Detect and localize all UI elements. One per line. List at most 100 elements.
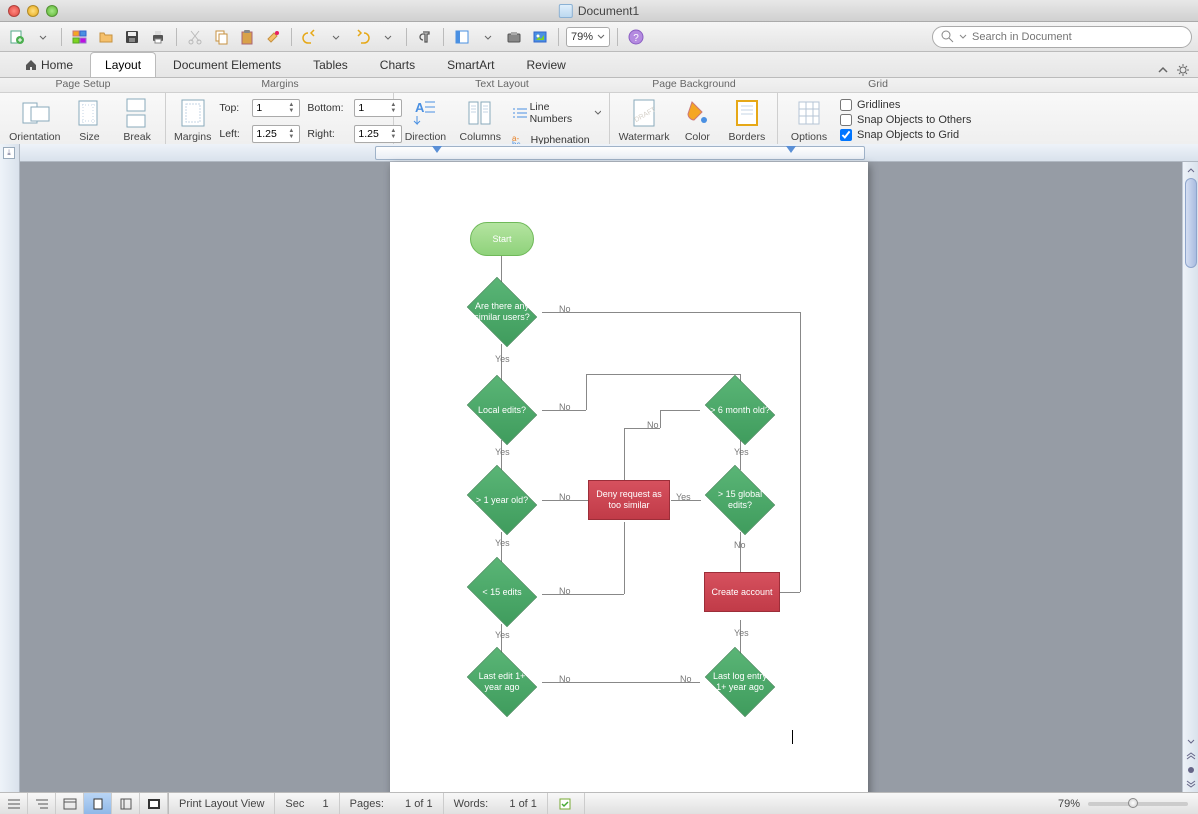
right-indent-marker[interactable]	[786, 146, 796, 154]
edge-label: Yes	[734, 628, 749, 638]
new-doc-button[interactable]	[6, 26, 28, 48]
left-margin-input[interactable]: ▲▼	[252, 125, 300, 143]
margins-button[interactable]: Margins	[174, 97, 211, 143]
format-painter-button[interactable]	[262, 26, 284, 48]
connector	[800, 312, 801, 592]
left-indent-marker[interactable]	[432, 146, 442, 154]
direction-button[interactable]: A Direction	[402, 97, 449, 143]
zoom-combo[interactable]: 79%	[566, 27, 610, 47]
tab-charts[interactable]: Charts	[365, 52, 430, 77]
view-name-status[interactable]: Print Layout View	[169, 793, 275, 814]
tab-layout[interactable]: Layout	[90, 52, 156, 77]
media-browser-button[interactable]	[529, 26, 551, 48]
pages-status[interactable]: Pages: 1 of 1	[340, 793, 444, 814]
top-margin-input[interactable]: ▲▼	[252, 99, 300, 117]
tab-home[interactable]: Home	[10, 52, 88, 77]
spelling-status[interactable]	[548, 793, 585, 814]
size-button[interactable]: Size	[70, 97, 110, 143]
undo-dropdown[interactable]	[325, 26, 347, 48]
show-formatting-button[interactable]	[414, 26, 436, 48]
scroll-thumb[interactable]	[1185, 178, 1197, 268]
connector	[660, 410, 661, 428]
fullscreen-view-button[interactable]	[140, 793, 168, 814]
scroll-up-button[interactable]	[1185, 164, 1197, 176]
window-title: Document1	[559, 4, 639, 18]
help-button[interactable]: ?	[625, 26, 647, 48]
snap-others-checkbox[interactable]: Snap Objects to Others	[840, 114, 971, 126]
sidebar-dropdown[interactable]	[477, 26, 499, 48]
vertical-scrollbar[interactable]	[1182, 162, 1198, 792]
edge-label: Yes	[495, 630, 510, 640]
scroll-track[interactable]	[1185, 178, 1197, 734]
collapse-ribbon-button[interactable]	[1156, 63, 1170, 77]
outline-view-button[interactable]	[28, 793, 56, 814]
zoom-window-button[interactable]	[46, 5, 58, 17]
close-window-button[interactable]	[8, 5, 20, 17]
tab-smartart[interactable]: SmartArt	[432, 52, 509, 77]
print-layout-view-button[interactable]	[84, 793, 112, 814]
svg-text:?: ?	[633, 33, 639, 44]
connector	[660, 410, 700, 411]
tab-tables[interactable]: Tables	[298, 52, 363, 77]
flow-lt15-edits: < 15 edits	[462, 562, 542, 622]
flow-last-log: Last log entry 1+ year ago	[700, 652, 780, 712]
zoom-level-status[interactable]: 79%	[1058, 798, 1080, 810]
words-status[interactable]: Words: 1 of 1	[444, 793, 548, 814]
gridlines-checkbox[interactable]: Gridlines	[840, 99, 971, 111]
search-box[interactable]	[932, 26, 1192, 48]
browse-object-button[interactable]	[1185, 764, 1197, 776]
edge-label: No	[559, 304, 571, 314]
publishing-view-button[interactable]	[56, 793, 84, 814]
right-margin-label: Right:	[307, 128, 351, 140]
search-dropdown-icon[interactable]	[959, 33, 967, 41]
connector	[501, 256, 502, 282]
flow-six-month: > 6 month old?	[700, 380, 780, 440]
cut-button[interactable]	[184, 26, 206, 48]
copy-button[interactable]	[210, 26, 232, 48]
zoom-slider[interactable]	[1088, 802, 1188, 806]
edge-label: Yes	[495, 447, 510, 457]
sidebar-button[interactable]	[451, 26, 473, 48]
section-status[interactable]: Sec 1	[275, 793, 339, 814]
line-numbers-button[interactable]: Line Numbers	[512, 101, 601, 125]
print-button[interactable]	[147, 26, 169, 48]
snap-grid-checkbox[interactable]: Snap Objects to Grid	[840, 129, 971, 141]
columns-button[interactable]: Columns	[457, 97, 504, 143]
edge-label: No	[734, 540, 746, 550]
watermark-button[interactable]: DRAFT Watermark	[618, 97, 670, 143]
vertical-ruler[interactable]: ⤓	[0, 144, 20, 792]
orientation-button[interactable]: Orientation	[8, 97, 62, 143]
redo-dropdown[interactable]	[377, 26, 399, 48]
grid-options-button[interactable]: Options	[786, 97, 832, 143]
new-dropdown[interactable]	[32, 26, 54, 48]
tab-review[interactable]: Review	[511, 52, 580, 77]
page-color-button[interactable]: Color	[678, 97, 717, 143]
paste-button[interactable]	[236, 26, 258, 48]
connector	[740, 532, 741, 572]
tab-document-elements[interactable]: Document Elements	[158, 52, 296, 77]
undo-button[interactable]	[299, 26, 321, 48]
left-margin-label: Left:	[219, 128, 249, 140]
next-page-button[interactable]	[1185, 778, 1197, 790]
draft-view-button[interactable]	[0, 793, 28, 814]
connector	[624, 522, 625, 594]
horizontal-ruler[interactable]	[20, 144, 1198, 162]
notebook-view-button[interactable]	[112, 793, 140, 814]
scroll-down-button[interactable]	[1185, 736, 1197, 748]
open-button[interactable]	[95, 26, 117, 48]
ribbon-settings-button[interactable]	[1176, 63, 1190, 77]
save-button[interactable]	[121, 26, 143, 48]
edge-label: No	[647, 420, 659, 430]
page-borders-button[interactable]: Borders	[725, 97, 769, 143]
redo-button[interactable]	[351, 26, 373, 48]
toolbox-button[interactable]	[503, 26, 525, 48]
minimize-window-button[interactable]	[27, 5, 39, 17]
search-input[interactable]	[972, 31, 1183, 43]
document-page[interactable]: Start Are there any similar users? No Ye…	[390, 162, 868, 792]
document-icon	[559, 4, 573, 18]
zoom-slider-thumb[interactable]	[1128, 798, 1138, 808]
prev-page-button[interactable]	[1185, 750, 1197, 762]
break-button[interactable]: Break	[117, 97, 157, 143]
flow-last-edit: Last edit 1+ year ago	[462, 652, 542, 712]
templates-button[interactable]	[69, 26, 91, 48]
